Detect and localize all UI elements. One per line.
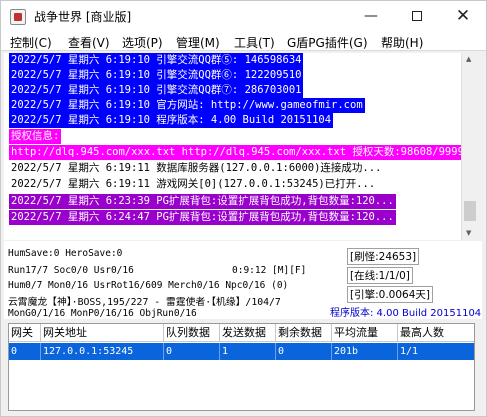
maximize-button[interactable]: [394, 1, 440, 31]
menu-options[interactable]: 选项(P): [122, 34, 163, 51]
minimize-button[interactable]: —: [348, 1, 394, 31]
log-line: 授权信息:: [9, 129, 62, 144]
app-window: 战争世界 [商业版] — ✕ 控制(C) 查看(V) 选项(P) 管理(M) 工…: [0, 0, 487, 417]
menu-control[interactable]: 控制(C): [10, 34, 52, 51]
log-line: 2022/5/7 星期六 6:19:11 数据库服务器(127.0.0.1:60…: [11, 162, 382, 174]
log-line: 2022/5/7 星期六 6:19:10 引擎交流QQ群⑦: 286703001: [9, 83, 304, 98]
stat-time: 0:9:12 [M][F]: [232, 265, 307, 276]
log-line: 2022/5/7 星期六 6:24:47 PG扩展背包:设置扩展背包成功,背包数…: [9, 210, 396, 225]
refresh-count: [刷怪:24653]: [347, 248, 420, 265]
stat-run: Run17/7 Soc0/0 Usr0/16: [8, 265, 134, 276]
col-gateway[interactable]: 网关: [9, 324, 41, 342]
scroll-down-icon[interactable]: ▼: [466, 229, 471, 237]
stat-mon: MonG0/1/16 MonP0/16/16 ObjRun0/16: [8, 308, 197, 319]
log-line: 2022/5/7 星期六 6:19:10 引擎交流QQ群⑥: 122209510: [9, 68, 304, 83]
stat-boss: 云霄魔龙【神】·BOSS,195/227 - 雷霆使者·【机缘】/104/7: [8, 297, 281, 308]
menu-pg-plugin[interactable]: G盾PG插件(G): [287, 34, 368, 51]
online-count: [在线:1/1/0]: [347, 267, 413, 284]
col-queue[interactable]: 队列数据: [164, 324, 220, 342]
col-sent[interactable]: 发送数据: [220, 324, 276, 342]
log-line: 2022/5/7 星期六 6:23:39 PG扩展背包:设置扩展背包成功,背包数…: [9, 194, 396, 209]
table-header: 网关 网关地址 队列数据 发送数据 剩余数据 平均流量 最高人数: [9, 324, 474, 342]
window-title: 战争世界 [商业版]: [34, 10, 132, 24]
cell-queue: 0: [164, 343, 220, 360]
col-remaining[interactable]: 剩余数据: [276, 324, 332, 342]
log-line: http://dlq.945.com/xxx.txt http://dlq.94…: [9, 145, 473, 160]
menu-tools[interactable]: 工具(T): [234, 34, 275, 51]
menu-help[interactable]: 帮助(H): [381, 34, 423, 51]
title-bar[interactable]: 战争世界 [商业版] — ✕: [1, 1, 486, 31]
close-button[interactable]: ✕: [440, 1, 486, 31]
log-panel[interactable]: 2022/5/7 星期六 6:19:10 引擎交流QQ群⑤: 146598634…: [4, 53, 478, 240]
log-line: 2022/5/7 星期六 6:19:10 程序版本: 4.00 Build 20…: [9, 113, 334, 128]
cell-gateway: 0: [9, 343, 41, 360]
log-line: 2022/5/7 星期六 6:19:10 官方网站: http://www.ga…: [9, 98, 365, 113]
program-version: 程序版本: 4.00 Build 20151104: [330, 308, 482, 319]
cell-max-users: 1/1: [400, 346, 419, 357]
cell-remaining: 0: [276, 343, 332, 360]
cell-address: 127.0.0.1:53245: [41, 343, 164, 360]
table-row[interactable]: 0 127.0.0.1:53245 0 1 0 201b 1/1: [9, 343, 474, 360]
col-address[interactable]: 网关地址: [41, 324, 164, 342]
engine-uptime: [引擎:0.0064天]: [347, 286, 433, 303]
menu-view[interactable]: 查看(V): [68, 34, 110, 51]
col-max-users[interactable]: 最高人数: [398, 324, 474, 342]
menu-manage[interactable]: 管理(M): [176, 34, 220, 51]
col-avg-traffic[interactable]: 平均流量: [332, 324, 398, 342]
stat-save: HumSave:0 HeroSave:0: [8, 248, 123, 259]
scroll-thumb[interactable]: [464, 201, 476, 221]
maximize-icon: [412, 11, 422, 21]
menu-bar: 控制(C) 查看(V) 选项(P) 管理(M) 工具(T) G盾PG插件(G) …: [1, 31, 486, 51]
cell-avg-traffic: 201b: [332, 343, 398, 360]
app-icon: [10, 9, 26, 25]
stat-hum: Hum0/7 Mon0/16 UsrRot16/609 Merch0/16 Np…: [8, 280, 289, 291]
cell-sent: 1: [220, 343, 276, 360]
gateway-table[interactable]: 网关 网关地址 队列数据 发送数据 剩余数据 平均流量 最高人数 0 127.0…: [8, 323, 475, 411]
scroll-up-icon[interactable]: ▲: [466, 55, 471, 63]
stats-panel: HumSave:0 HeroSave:0 Run17/7 Soc0/0 Usr0…: [4, 241, 482, 319]
log-line: 2022/5/7 星期六 6:19:10 引擎交流QQ群⑤: 146598634: [9, 53, 304, 68]
log-scrollbar[interactable]: ▲ ▼: [461, 53, 478, 240]
log-line: 2022/5/7 星期六 6:19:11 游戏网关[0](127.0.0.1:5…: [11, 178, 376, 190]
